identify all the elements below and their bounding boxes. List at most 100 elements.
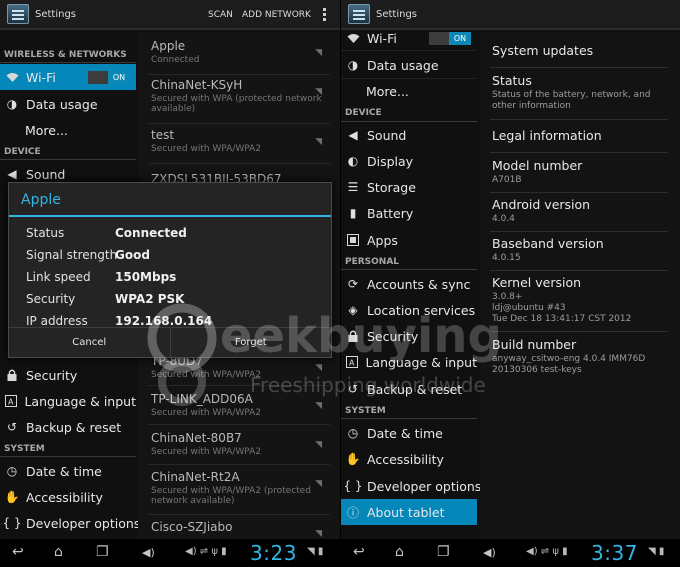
sidebar-item-data-usage[interactable]: ◑ Data usage [341, 52, 477, 78]
recent-apps-icon[interactable]: ❐ [96, 544, 109, 560]
volume-icon[interactable]: ◀) [483, 546, 496, 559]
sidebar-item-security[interactable]: Security [0, 362, 136, 388]
home-icon[interactable]: ⌂ [395, 544, 404, 560]
sidebar-item-display[interactable]: ◐ Display [341, 148, 477, 174]
detail-label: Security [26, 292, 76, 306]
item-title: Legal information [492, 128, 602, 143]
divider [490, 231, 668, 232]
data-usage-icon: ◑ [347, 58, 359, 72]
settings-headers: Wi-Fi ON ◑ Data usage More... DEVICE ◀ S… [341, 31, 481, 567]
category-wireless: WIRELESS & NETWORKS [4, 50, 127, 60]
network-item[interactable]: ChinaNet-Rt2A Secured with WPA/WPA2 (pro… [151, 470, 330, 510]
sidebar-item-more[interactable]: More... [341, 78, 477, 104]
status-item[interactable]: Status Status of the battery, network, a… [492, 73, 668, 112]
network-name: ChinaNet-80B7 [151, 431, 242, 445]
divider [490, 152, 668, 153]
clock-icon: ◷ [6, 464, 18, 478]
wifi-toggle[interactable]: ON [88, 71, 130, 84]
sidebar-item-about[interactable]: ⓘ About tablet [341, 499, 477, 525]
svg-text:A: A [349, 359, 355, 368]
about-tablet-panel: System updates Status Status of the batt… [480, 32, 680, 567]
network-item[interactable]: ChinaNet-KSyH Secured with WPA (protecte… [151, 78, 330, 118]
wifi-signal-icon: ◥ [315, 48, 322, 58]
settings-app-icon[interactable] [348, 4, 370, 24]
sidebar-item-wifi[interactable]: Wi-Fi ON [0, 64, 136, 90]
sidebar-item-date-time[interactable]: ◷ Date & time [341, 420, 477, 446]
sidebar-item-developer[interactable]: { } Developer options [0, 510, 140, 536]
add-network-button[interactable]: ADD NETWORK [242, 10, 311, 20]
wifi-secured-icon: ◥ [315, 363, 322, 373]
system-updates-item[interactable]: System updates [492, 43, 668, 58]
navigation-bar: ↩ ⌂ ❐ ◀) ◀) ⇌ ψ ▮ 3:37 ◥ ▮ [341, 539, 680, 567]
notification-icons: ◀) ⇌ ψ ▮ [185, 546, 227, 557]
network-item[interactable]: TP-8UD7 Secured with WPA/WPA2 ◥ [151, 354, 330, 394]
item-summary: 20130306 test-keys [492, 365, 582, 375]
sidebar-item-storage[interactable]: ☰ Storage [341, 174, 477, 200]
cancel-button[interactable]: Cancel [9, 328, 170, 357]
sidebar-item-date-time[interactable]: ◷ Date & time [0, 458, 136, 484]
sidebar-item-wifi[interactable]: Wi-Fi ON [341, 26, 477, 50]
forget-button[interactable]: Forget [169, 328, 332, 357]
baseband-version-item: Baseband version 4.0.15 [492, 236, 668, 264]
sidebar-item-language[interactable]: A Language & input [0, 388, 136, 414]
action-bar: Settings SCAN ADD NETWORK [0, 0, 340, 30]
scan-button[interactable]: SCAN [208, 10, 233, 20]
divider [148, 163, 330, 164]
toggle-state: ON [108, 71, 130, 84]
sidebar-item-backup[interactable]: ↺ Backup & reset [341, 376, 477, 402]
sidebar-item-language[interactable]: A Language & input [341, 349, 477, 375]
dialog-button-bar: Cancel Forget [9, 327, 331, 357]
overflow-menu-icon[interactable] [323, 8, 326, 11]
sidebar-item-developer[interactable]: { } Developer options [341, 473, 481, 499]
network-item[interactable]: TP-LINK_ADD06A Secured with WPA/WPA2 ◥ [151, 392, 330, 432]
wifi-toggle[interactable]: ON [429, 32, 471, 45]
legal-information-item[interactable]: Legal information [492, 128, 668, 143]
lock-icon [5, 368, 19, 382]
sidebar-item-location[interactable]: ◈ Location services [341, 297, 477, 323]
wifi-secured-icon: ◥ [315, 137, 322, 147]
android-version-item[interactable]: Android version 4.0.4 [492, 197, 668, 225]
divider [148, 123, 330, 124]
network-name: ChinaNet-KSyH [151, 78, 243, 92]
sidebar-item-sound[interactable]: ◀ Sound [341, 122, 477, 148]
backup-icon: ↺ [347, 382, 359, 396]
recent-apps-icon[interactable]: ❐ [437, 544, 450, 560]
home-icon[interactable]: ⌂ [54, 544, 63, 560]
wifi-icon [5, 70, 19, 84]
network-item[interactable]: Apple Connected ◥ [151, 39, 330, 79]
sidebar-item-security[interactable]: Security [341, 323, 477, 349]
settings-app-icon[interactable] [7, 4, 29, 24]
item-summary: A701B [492, 175, 522, 185]
network-status: Connected [151, 55, 200, 65]
network-item[interactable]: ChinaNet-80B7 Secured with WPA/WPA2 ◥ [151, 431, 330, 471]
sidebar-item-apps[interactable]: Apps [341, 227, 477, 253]
sidebar-item-accessibility[interactable]: ✋ Accessibility [0, 484, 136, 510]
sidebar-item-accessibility[interactable]: ✋ Accessibility [341, 446, 477, 472]
sidebar-item-more[interactable]: More... [0, 117, 136, 143]
build-number-item[interactable]: Build number anyway_csitwo-eng 4.0.4 IMM… [492, 337, 668, 376]
keyboard-icon: A [346, 355, 359, 369]
sidebar-item-accounts[interactable]: ⟳ Accounts & sync [341, 271, 477, 297]
back-icon[interactable]: ↩ [353, 544, 365, 560]
wifi-secured-icon: ◥ [315, 529, 322, 539]
network-status: Secured with WPA/WPA2 [151, 144, 262, 154]
divider [148, 385, 330, 386]
network-name: TP-LINK_ADD06A [151, 392, 253, 406]
sidebar-item-data-usage[interactable]: ◑ Data usage [0, 91, 136, 117]
location-icon: ◈ [348, 303, 358, 317]
divider [148, 424, 330, 425]
network-item[interactable]: test Secured with WPA/WPA2 ◥ [151, 128, 330, 168]
network-name: test [151, 128, 175, 142]
item-summary: 4.0.4 [492, 214, 515, 224]
detail-value: 150Mbps [115, 270, 177, 284]
item-title: System updates [492, 43, 594, 58]
sidebar-item-label: Wi-Fi [367, 30, 397, 46]
network-status: Secured with WPA (protected network avai… [151, 94, 322, 114]
sidebar-item-backup[interactable]: ↺ Backup & reset [0, 414, 136, 440]
back-icon[interactable]: ↩ [12, 544, 24, 560]
item-summary: ldj@ubuntu #43 [492, 303, 566, 313]
apps-icon [346, 233, 360, 247]
volume-icon[interactable]: ◀) [142, 546, 155, 559]
sidebar-item-battery[interactable]: ▮ Battery [341, 200, 477, 226]
divider [148, 514, 330, 515]
